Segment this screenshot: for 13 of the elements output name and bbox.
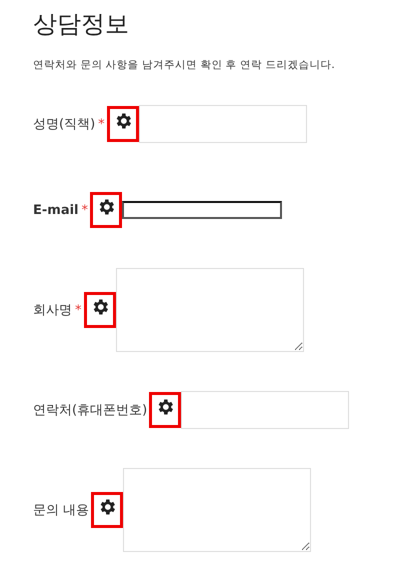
page-title: 상담정보 [33, 9, 130, 40]
required-mark: * [82, 202, 88, 218]
intro-text: 연락처와 문의 사항을 남겨주시면 확인 후 연락 드리겠습니다. [33, 58, 336, 72]
field-label: 성명(직책) [33, 116, 96, 133]
required-mark: * [75, 302, 82, 318]
text-area[interactable] [123, 468, 312, 552]
input-field[interactable] [122, 201, 282, 219]
field-label: 연락처(휴대폰번호) [33, 402, 148, 419]
field-label: E-mail [33, 202, 79, 218]
field-label: 문의 내용 [33, 502, 90, 519]
field-label: 회사명 [33, 302, 72, 319]
required-mark: * [98, 116, 105, 132]
text-area[interactable] [116, 268, 304, 352]
